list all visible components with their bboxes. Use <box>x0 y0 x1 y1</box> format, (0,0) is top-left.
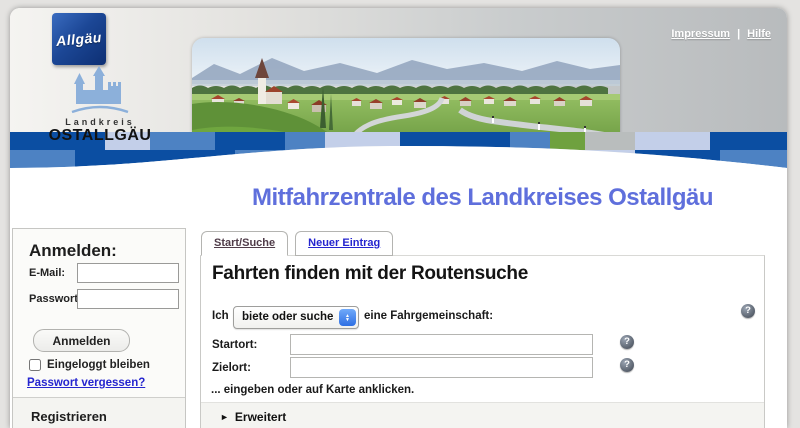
register-heading: Registrieren <box>31 409 107 424</box>
ich-label: Ich <box>212 310 229 322</box>
remember-me-row: Eingeloggt bleiben <box>29 359 150 371</box>
stepper-down-glyph: ▼ <box>345 318 350 322</box>
page: { "header": { "allgaeu_logo": "Allgäu", … <box>0 0 800 419</box>
erweitert-toggle[interactable]: ► Erweitert <box>220 410 286 424</box>
allgaeu-logo-text: Allgäu <box>55 29 102 49</box>
password-field[interactable] <box>77 289 179 309</box>
tab-bar: Start/Suche Neuer Eintrag <box>200 231 765 255</box>
main-content: Start/Suche Neuer Eintrag Fahrten finden… <box>200 231 765 428</box>
tab-neuer-eintrag-label[interactable]: Neuer Eintrag <box>308 237 380 249</box>
page-title: Mitfahrzentrale des Landkreises Ostallgä… <box>200 184 765 212</box>
fahrgemeinschaft-label: eine Fahrgemeinschaft: <box>364 310 493 322</box>
forgot-password-link[interactable]: Passwort vergessen? <box>27 377 145 389</box>
landkreis-ostallgaeu-logo[interactable]: Landkreis OSTALLGÄU <box>38 66 162 145</box>
impressum-link[interactable]: Impressum <box>671 28 730 40</box>
panel-heading: Fahrten finden mit der Routensuche <box>212 263 528 285</box>
disclosure-triangle-icon: ► <box>220 412 229 422</box>
login-sidebar: Anmelden: E-Mail: Passwort: Anmelden Ein… <box>12 228 186 428</box>
map-hint-text: ... eingeben oder auf Karte anklicken. <box>211 384 414 396</box>
page-card: Allgäu Landkreis OSTALLGÄU Impressum | Hil… <box>10 8 787 428</box>
remember-me-checkbox[interactable] <box>29 359 41 371</box>
tab-start-suche[interactable]: Start/Suche <box>201 231 288 256</box>
erweitert-band: ► Erweitert <box>201 402 764 428</box>
login-button[interactable]: Anmelden <box>33 329 130 352</box>
biete-suche-select[interactable]: biete oder suche ▲ ▼ <box>233 306 359 329</box>
allgaeu-logo[interactable]: Allgäu <box>52 13 106 65</box>
hilfe-link[interactable]: Hilfe <box>747 28 771 40</box>
email-label: E-Mail: <box>29 267 65 279</box>
tab-start-suche-label[interactable]: Start/Suche <box>214 237 275 249</box>
header-nav: Impressum | Hilfe <box>671 28 771 40</box>
zielort-input[interactable] <box>290 357 593 378</box>
startort-label: Startort: <box>212 339 257 351</box>
help-icon-fahrgemeinschaft[interactable]: ? <box>741 304 755 318</box>
register-section[interactable]: Registrieren <box>13 397 185 428</box>
login-heading: Anmelden: <box>29 241 117 261</box>
tab-neuer-eintrag[interactable]: Neuer Eintrag <box>295 231 393 256</box>
castle-icon <box>68 66 132 116</box>
select-value: biete oder suche <box>242 311 333 323</box>
password-label: Passwort: <box>29 293 82 305</box>
erweitert-label: Erweitert <box>235 410 286 424</box>
nav-separator: | <box>737 28 740 40</box>
email-field[interactable] <box>77 263 179 283</box>
help-icon-startort[interactable]: ? <box>620 335 634 349</box>
startort-input[interactable] <box>290 334 593 355</box>
chevron-updown-icon: ▲ ▼ <box>339 309 356 326</box>
search-panel: Fahrten finden mit der Routensuche Ich b… <box>200 255 765 428</box>
landkreis-logo-line1: Landkreis <box>38 117 162 127</box>
landkreis-logo-line2: OSTALLGÄU <box>38 127 162 145</box>
help-icon-zielort[interactable]: ? <box>620 358 634 372</box>
zielort-label: Zielort: <box>212 362 251 374</box>
remember-me-label: Eingeloggt bleiben <box>47 359 150 371</box>
